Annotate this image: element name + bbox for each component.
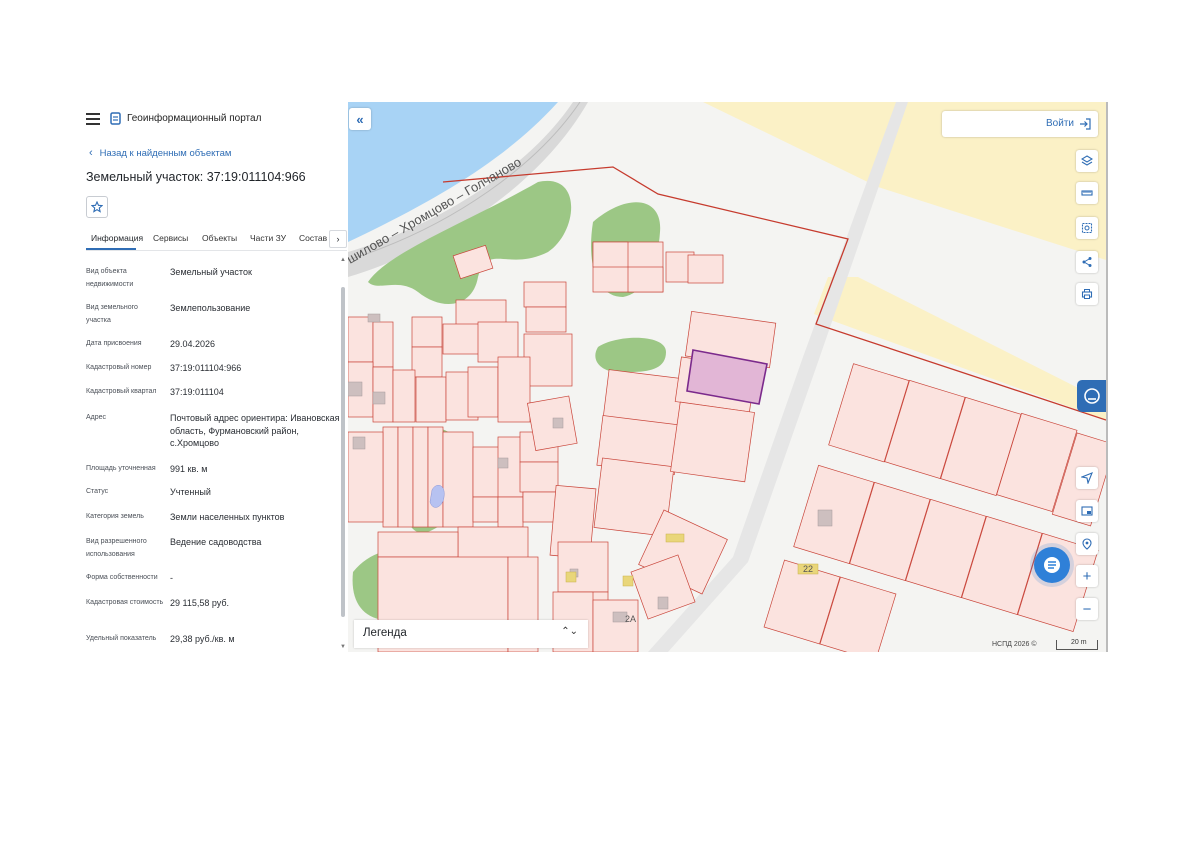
help-icon xyxy=(1083,388,1100,404)
tab-parcel-parts[interactable]: Части ЗУ xyxy=(250,233,286,243)
prop-label-ownership: Форма собственности xyxy=(86,574,158,581)
zoom-in-icon: + xyxy=(1082,567,1092,585)
layers-button[interactable] xyxy=(1076,150,1098,172)
tab-bar: Информация Сервисы Объекты Части ЗУ Сост… xyxy=(86,228,347,251)
locate-button[interactable] xyxy=(1076,467,1098,489)
map-view[interactable]: шилово – Хромцово – Голчаново 22 2А « Во… xyxy=(348,102,1106,652)
prop-value-cadastral-value: 29 115,58 руб. xyxy=(170,598,230,608)
double-chevron-left-icon: « xyxy=(356,111,364,127)
print-icon xyxy=(1081,289,1093,299)
ruler-button[interactable] xyxy=(1076,182,1098,204)
prop-value-cadastral-quarter: 37:19:011104 xyxy=(170,387,224,397)
zoom-out-button[interactable]: − xyxy=(1076,598,1098,620)
tabs-scroll-right-button[interactable]: › xyxy=(329,230,347,248)
map-canvas[interactable]: шилово – Хромцово – Голчаново xyxy=(348,102,1106,652)
prop-label-land-category: Категория земель xyxy=(86,513,144,520)
prop-value-area: 991 кв. м xyxy=(170,464,208,474)
prop-label-object-type: Вид объекта недвижимости xyxy=(86,268,134,288)
prop-value-assign-date: 29.04.2026 xyxy=(170,339,216,349)
prop-value-address: Почтовый адрес ориентира: Ивановская обл… xyxy=(170,413,340,448)
prop-value-specific-index: 29,38 руб./кв. м xyxy=(170,634,235,644)
prop-value-land-category: Земли населенных пунктов xyxy=(170,512,285,522)
back-to-results-link[interactable]: ‹ Назад к найденным объектам xyxy=(89,147,231,159)
scrollbar-thumb[interactable] xyxy=(341,287,345,617)
tab-information[interactable]: Информация xyxy=(91,233,143,243)
prop-value-object-type: Земельный участок xyxy=(170,267,252,277)
parcel-title: Земельный участок: 37:19:011104:966 xyxy=(86,170,306,184)
chat-assistant-button[interactable] xyxy=(1034,547,1070,583)
zoom-in-button[interactable]: + xyxy=(1076,565,1098,587)
share-button[interactable] xyxy=(1076,251,1098,273)
expand-collapse-icon[interactable]: ⌃⌄ xyxy=(561,626,578,637)
land-parcels xyxy=(348,241,1106,652)
chat-icon xyxy=(1044,557,1060,573)
prop-label-cadastral-number: Кадастровый номер xyxy=(86,364,152,371)
prop-value-status: Учтенный xyxy=(170,487,211,497)
layers-icon xyxy=(1081,155,1093,166)
house-number-22: 22 xyxy=(803,564,814,574)
map-right-border xyxy=(1106,102,1108,652)
map-attribution: НСПД 2026 © xyxy=(992,641,1037,648)
geo-search-button[interactable] xyxy=(1076,533,1098,555)
prop-label-address: Адрес xyxy=(86,414,107,421)
zoom-out-icon: − xyxy=(1082,600,1092,618)
chevron-left-icon: ‹ xyxy=(89,147,93,159)
prop-label-cadastral-quarter: Кадастровый квартал xyxy=(86,388,157,395)
scroll-down-icon[interactable]: ▼ xyxy=(340,644,346,650)
prop-value-ownership: - xyxy=(170,573,173,583)
legend-panel[interactable]: Легенда ⌃⌄ xyxy=(354,620,588,648)
chevron-right-icon: › xyxy=(336,234,340,244)
scale-bar: 20 m xyxy=(1056,639,1098,650)
prop-label-specific-index: Удельный показатель xyxy=(86,635,157,642)
portal-title: Геоинформационный портал xyxy=(127,113,262,124)
prop-value-permitted-use: Ведение садоводства xyxy=(170,537,262,547)
house-number-2a: 2А xyxy=(625,614,637,624)
prop-label-parcel-kind: Вид земельного участка xyxy=(86,304,138,324)
menu-icon[interactable] xyxy=(86,113,100,125)
prop-label-assign-date: Дата присвоения xyxy=(86,340,142,347)
back-link-label: Назад к найденным объектам xyxy=(99,148,232,159)
select-area-icon xyxy=(1081,222,1093,234)
collapse-panel-button[interactable]: « xyxy=(349,108,371,130)
prop-label-cadastral-value: Кадастровая стоимость xyxy=(86,599,164,606)
login-label: Войти xyxy=(1046,118,1074,129)
favorite-button[interactable] xyxy=(86,196,108,218)
share-icon xyxy=(1082,257,1092,267)
print-button[interactable] xyxy=(1076,283,1098,305)
portal-logo-icon xyxy=(110,112,121,125)
locate-icon xyxy=(1081,472,1093,484)
star-icon xyxy=(91,201,103,213)
minimap-button[interactable] xyxy=(1076,500,1098,522)
prop-label-area: Площадь уточненная xyxy=(86,465,156,472)
geo-search-icon xyxy=(1082,538,1092,550)
ruler-icon xyxy=(1081,190,1093,196)
tab-services[interactable]: Сервисы xyxy=(153,233,188,243)
tab-objects[interactable]: Объекты xyxy=(202,233,237,243)
active-tab-indicator xyxy=(86,248,136,250)
prop-value-parcel-kind: Землепользование xyxy=(170,303,251,313)
scale-label: 20 m xyxy=(1071,639,1087,646)
login-icon xyxy=(1080,118,1091,130)
select-area-button[interactable] xyxy=(1076,217,1098,239)
help-tab[interactable] xyxy=(1077,380,1106,412)
legend-label: Легенда xyxy=(363,627,407,639)
scroll-up-icon[interactable]: ▲ xyxy=(340,257,346,263)
prop-value-cadastral-number: 37:19:011104:966 xyxy=(170,363,242,373)
tab-composition[interactable]: Состав xyxy=(299,233,327,243)
panel-scrollbar[interactable]: ▲ ▼ xyxy=(340,257,346,652)
side-panel: Геоинформационный портал ‹ Назад к найден… xyxy=(81,102,347,652)
minimap-icon xyxy=(1081,506,1093,516)
prop-label-status: Статус xyxy=(86,488,109,495)
login-button[interactable]: Войти xyxy=(942,111,1098,137)
prop-label-permitted-use: Вид разрешенного использования xyxy=(86,538,147,558)
